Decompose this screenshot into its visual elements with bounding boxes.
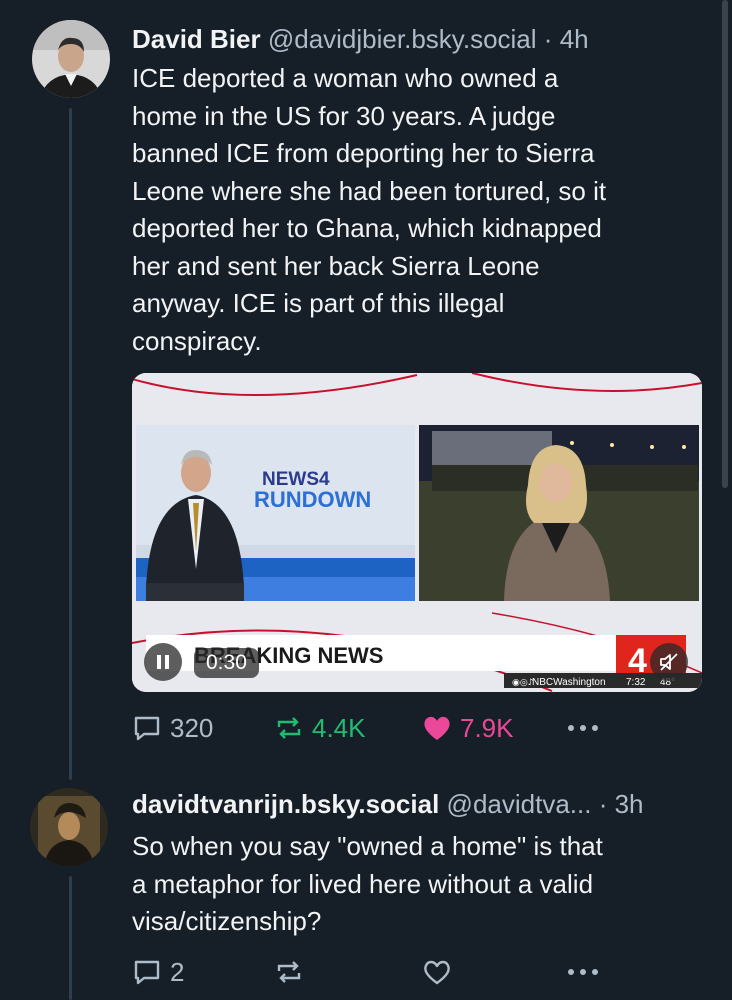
pause-button[interactable]: [144, 643, 182, 681]
video-player[interactable]: NEWS4 RUNDOWN 4 BREAKING NEWS NBCWashing…: [132, 373, 702, 692]
thread-line: [69, 876, 72, 1000]
post-time[interactable]: 4h: [560, 24, 589, 54]
repost-count: 4.4K: [312, 712, 366, 743]
video-duration: 0:30: [194, 648, 259, 678]
muted-speaker-icon: [660, 653, 678, 671]
author-handle[interactable]: @davidjbier.bsky.social: [268, 24, 537, 54]
author-photo: [32, 20, 110, 98]
post-text: So when you say "owned a home" is that a…: [132, 831, 603, 936]
heart-outline-icon: [424, 960, 450, 985]
author-handle[interactable]: @davidtva...: [447, 789, 592, 819]
social-handle: NBCWashington: [532, 677, 606, 688]
heart-filled-icon: [424, 716, 450, 740]
avatar[interactable]: [32, 20, 110, 98]
social-icons: ◉◎♪: [512, 678, 533, 688]
clock: 7:32: [626, 677, 646, 688]
pause-icon: [157, 655, 169, 669]
scrollbar[interactable]: [722, 0, 728, 488]
author-name[interactable]: davidtvanrijn.bsky.social: [132, 789, 439, 819]
logo-rundown: RUNDOWN: [254, 487, 371, 512]
mute-button[interactable]: [650, 643, 688, 681]
post-text: ICE deported a woman who owned a home in…: [132, 63, 607, 356]
reply-count: 2: [170, 956, 185, 987]
author-name[interactable]: David Bier: [132, 24, 261, 54]
ellipsis-icon: [568, 725, 598, 731]
repost-button[interactable]: [274, 952, 304, 992]
repost-button[interactable]: 4.4K: [274, 708, 366, 748]
separator-dot: ·: [543, 24, 553, 54]
ellipsis-icon: [568, 969, 598, 975]
repost-icon: [277, 717, 301, 739]
like-button[interactable]: 7.9K: [422, 708, 514, 748]
separator-dot: ·: [598, 789, 608, 819]
reply-icon: [134, 960, 160, 985]
reply-icon: [134, 716, 160, 741]
post-header: David Bier @davidjbier.bsky.social · 4h: [132, 24, 589, 54]
like-button[interactable]: [422, 952, 452, 992]
avatar[interactable]: [30, 788, 108, 866]
like-count: 7.9K: [460, 712, 514, 743]
more-options-button[interactable]: [566, 952, 600, 992]
reply-button[interactable]: 320: [132, 708, 213, 748]
post-actions: 2: [132, 952, 612, 992]
post-actions: 320 4.4K 7.9K: [132, 708, 612, 748]
reply-button[interactable]: 2: [132, 952, 184, 992]
author-photo: [30, 788, 108, 866]
post-header: davidtvanrijn.bsky.social @davidtva... ·…: [132, 789, 644, 819]
thread-line: [69, 108, 72, 780]
more-options-button[interactable]: [566, 708, 600, 748]
video-frame: NEWS4 RUNDOWN 4 BREAKING NEWS NBCWashing…: [132, 373, 702, 692]
reply-count: 320: [170, 712, 214, 743]
repost-icon: [277, 961, 301, 983]
post-time[interactable]: 3h: [615, 789, 644, 819]
